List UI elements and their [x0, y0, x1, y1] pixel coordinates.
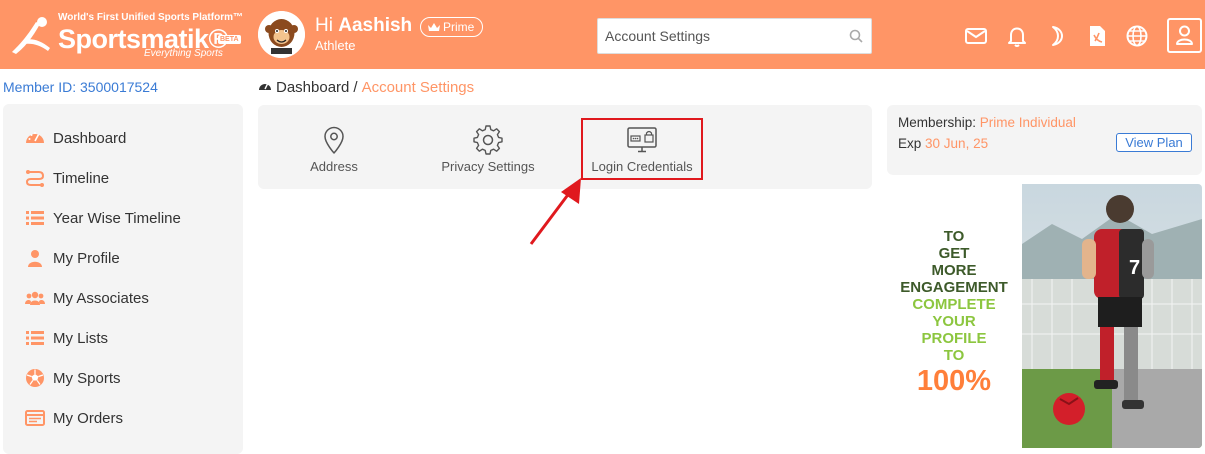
crown-icon [428, 23, 440, 31]
promo-line: COMPLETE [912, 296, 996, 313]
gear-icon [473, 125, 503, 155]
prime-badge-label: Prime [443, 20, 475, 34]
avatar[interactable] [258, 11, 305, 58]
sidebar-item-label: My Lists [53, 329, 109, 347]
svg-text:7: 7 [1129, 257, 1140, 279]
user-icon [1176, 25, 1193, 45]
option-label: Privacy Settings [441, 159, 535, 174]
promo-banner[interactable]: TO GET MORE ENGAGEMENT COMPLETE YOUR PRO… [887, 184, 1202, 448]
promo-line: MORE [931, 262, 977, 279]
runner-logo-icon [12, 17, 50, 54]
view-plan-button[interactable]: View Plan [1116, 133, 1192, 152]
user-name: Aashish [338, 15, 413, 36]
sidebar-item-label: My Sports [53, 369, 121, 387]
tagline: World's First Unified Sports Platform™ [58, 12, 243, 23]
top-header: World's First Unified Sports Platform™ S… [0, 0, 1205, 69]
sidebar-item-label: My Profile [53, 249, 120, 267]
account-settings-panel: Address Privacy Settings Login Credentia… [258, 105, 872, 189]
ball-icon [26, 369, 44, 387]
sidebar-item-year-wise-timeline[interactable]: Year Wise Timeline [25, 206, 181, 230]
sidebar: Dashboard Timeline Year Wise Timeline My… [3, 104, 243, 454]
person-icon [28, 250, 42, 267]
brand-slogan: Everything Sports [144, 48, 223, 59]
membership-card: Membership: Prime Individual Exp 30 Jun,… [887, 105, 1202, 175]
bell-icon[interactable] [1005, 24, 1029, 48]
expiry-line: Exp 30 Jun, 25 [898, 136, 988, 151]
search-box [597, 18, 872, 54]
user-role: Athlete [315, 38, 356, 53]
option-label: Address [310, 159, 358, 174]
moon-icon[interactable] [1044, 24, 1068, 48]
sidebar-item-dashboard[interactable]: Dashboard [25, 126, 126, 150]
promo-text: TO GET MORE ENGAGEMENT COMPLETE YOUR PRO… [887, 228, 1021, 398]
sidebar-item-label: Dashboard [53, 129, 127, 147]
group-icon [25, 291, 45, 305]
search-input[interactable] [598, 19, 843, 53]
breadcrumb-separator: / [353, 79, 358, 96]
expiry-label: Exp [898, 136, 922, 151]
prime-badge: Prime [420, 17, 484, 37]
dashboard-icon [26, 132, 44, 143]
beta-badge: BETA [218, 35, 241, 44]
promo-line: GET [938, 245, 970, 262]
promo-line: TO [943, 347, 965, 364]
expiry-date: 30 Jun, 25 [925, 136, 989, 151]
membership-plan: Prime Individual [979, 115, 1076, 130]
promo-line: TO [943, 228, 965, 245]
breadcrumb: Dashboard / Account Settings [258, 79, 474, 96]
sidebar-item-my-lists[interactable]: My Lists [25, 326, 108, 350]
user-menu-button[interactable] [1167, 18, 1202, 53]
orders-icon [25, 410, 45, 426]
breadcrumb-current: Account Settings [361, 79, 475, 96]
member-id: Member ID: 3500017524 [3, 79, 158, 95]
promo-line: PROFILE [921, 330, 987, 347]
option-address[interactable]: Address [288, 105, 380, 189]
document-icon[interactable] [1085, 24, 1109, 48]
red-arrow-icon [529, 178, 581, 245]
list-icon [26, 331, 44, 345]
dashboard-icon [259, 83, 271, 90]
sidebar-item-label: Timeline [53, 169, 110, 187]
sidebar-item-label: My Associates [53, 289, 149, 307]
mail-icon[interactable] [964, 24, 988, 48]
timeline-icon [25, 170, 45, 187]
highlight-box [581, 118, 703, 180]
promo-line: 100% [916, 365, 992, 397]
greeting: Hi Aashish [315, 15, 412, 37]
sidebar-item-my-sports[interactable]: My Sports [25, 366, 121, 390]
globe-icon[interactable] [1125, 24, 1149, 48]
sidebar-item-my-orders[interactable]: My Orders [25, 406, 123, 430]
promo-line: ENGAGEMENT [900, 279, 1008, 296]
sidebar-item-my-profile[interactable]: My Profile [25, 246, 120, 270]
sportsmatik-logo[interactable]: World's First Unified Sports Platform™ S… [6, 8, 246, 62]
monkey-avatar-icon [258, 11, 305, 58]
greeting-prefix: Hi [315, 15, 333, 36]
search-icon[interactable] [849, 29, 863, 43]
sidebar-item-label: Year Wise Timeline [53, 209, 181, 227]
soccer-kid-photo: 7 [1022, 184, 1202, 448]
sidebar-item-my-associates[interactable]: My Associates [25, 286, 149, 310]
promo-line: YOUR [932, 313, 976, 330]
list-icon [26, 211, 44, 225]
membership-line: Membership: Prime Individual [898, 115, 1076, 130]
membership-label: Membership: [898, 115, 977, 130]
location-pin-icon [324, 126, 344, 154]
breadcrumb-home[interactable]: Dashboard [276, 79, 349, 96]
option-privacy-settings[interactable]: Privacy Settings [434, 105, 542, 189]
sidebar-item-label: My Orders [53, 409, 124, 427]
sidebar-item-timeline[interactable]: Timeline [25, 166, 109, 190]
